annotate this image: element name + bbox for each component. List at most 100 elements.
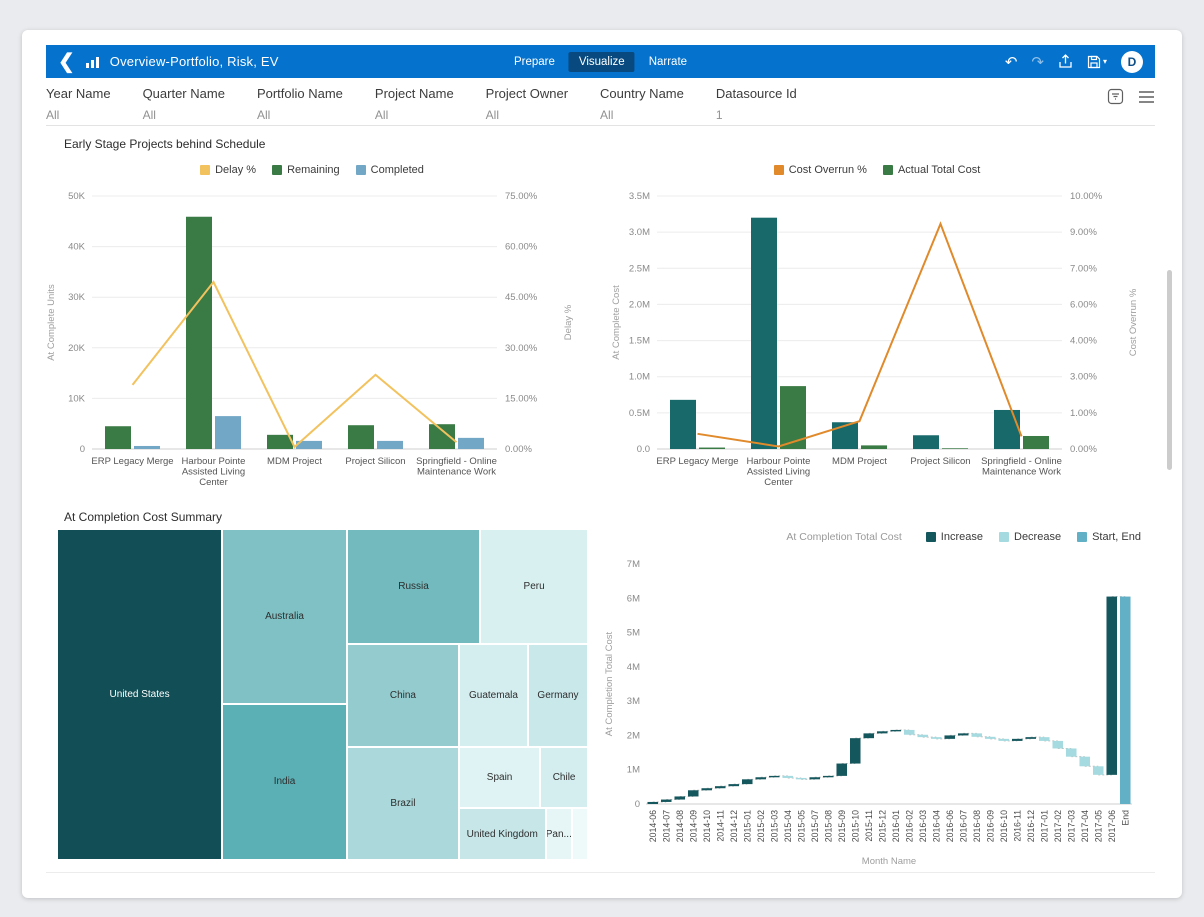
legend-item-delay[interactable]: Delay % xyxy=(200,164,256,176)
filter-datasource-id[interactable]: Datasource Id1 xyxy=(716,86,797,122)
treemap-cell-brazil[interactable]: Brazil xyxy=(347,747,459,860)
filter-country-name[interactable]: Country NameAll xyxy=(600,86,684,122)
wf-month-label: 2015-11 xyxy=(864,810,874,842)
bar-actual-total-cost[interactable] xyxy=(861,445,887,449)
wf-bar-2016-06[interactable] xyxy=(944,735,955,738)
wf-bar-2016-02[interactable] xyxy=(904,730,915,735)
treemap-cell-india[interactable]: India xyxy=(222,704,347,860)
wf-bar-2014-09[interactable] xyxy=(688,790,699,796)
filter-controls-icon[interactable] xyxy=(1107,88,1124,105)
redo-icon[interactable]: ↷ xyxy=(1031,53,1044,71)
wf-bar-2015-07[interactable] xyxy=(809,777,820,779)
treemap-cell-germany[interactable]: Germany xyxy=(528,644,588,747)
legend-item-start-end[interactable]: Start, End xyxy=(1077,531,1141,543)
treemap-cell-australia[interactable]: Australia xyxy=(222,529,347,704)
waterfall-chart[interactable]: 01M2M3M4M5M6M7MAt Completion Total Cost2… xyxy=(602,548,1147,866)
wf-bar-2014-11[interactable] xyxy=(715,786,726,788)
tab-narrate[interactable]: Narrate xyxy=(639,52,697,72)
wf-bar-2016-04[interactable] xyxy=(931,737,942,739)
bar-completed[interactable] xyxy=(134,446,160,449)
wf-bar-2016-10[interactable] xyxy=(998,739,1009,741)
treemap-cell-spain[interactable]: Spain xyxy=(459,747,540,809)
treemap-cell-pan[interactable]: Pan... xyxy=(546,808,573,860)
wf-bar-2016-09[interactable] xyxy=(985,737,996,739)
bar-completed[interactable] xyxy=(377,441,403,449)
tab-prepare[interactable]: Prepare xyxy=(504,52,565,72)
wf-bar-2015-05[interactable] xyxy=(796,778,807,779)
legend-item-completed[interactable]: Completed xyxy=(356,164,424,176)
wf-bar-2015-02[interactable] xyxy=(755,777,766,779)
cost-combo-chart[interactable]: 0.00.5M1.0M1.5M2.0M2.5M3.0M3.5M0.00%1.00… xyxy=(607,182,1142,492)
wf-bar-2016-01[interactable] xyxy=(890,730,901,731)
bar-completed[interactable] xyxy=(215,416,241,449)
bar-actual-total-cost[interactable] xyxy=(699,448,725,449)
filter-portfolio-name[interactable]: Portfolio NameAll xyxy=(257,86,343,122)
wf-bar-2015-01[interactable] xyxy=(742,779,753,784)
wf-bar-2017-06[interactable] xyxy=(1106,597,1117,775)
wf-bar-2015-08[interactable] xyxy=(823,776,834,777)
legend-item-cost-overrun[interactable]: Cost Overrun % xyxy=(774,164,867,176)
treemap-cell-chile[interactable]: Chile xyxy=(540,747,588,809)
treemap-cell-russia[interactable]: Russia xyxy=(347,529,480,644)
wf-bar-end[interactable] xyxy=(1120,597,1131,804)
wf-bar-2014-08[interactable] xyxy=(674,796,685,799)
wf-bar-2015-11[interactable] xyxy=(863,733,874,738)
export-icon[interactable] xyxy=(1058,54,1073,69)
wf-bar-2017-05[interactable] xyxy=(1093,766,1104,775)
wf-bar-2016-12[interactable] xyxy=(1025,737,1036,739)
schedule-combo-chart[interactable]: 010K20K30K40K50K0.00%15.00%30.00%45.00%6… xyxy=(42,182,577,492)
filter-project-owner[interactable]: Project OwnerAll xyxy=(486,86,568,122)
treemap-cell-united-kingdom[interactable]: United Kingdom xyxy=(459,808,546,860)
treemap-cell-item[interactable] xyxy=(572,808,588,860)
treemap-cell-peru[interactable]: Peru xyxy=(480,529,588,644)
bar-at-complete-cost[interactable] xyxy=(751,218,777,449)
wf-bar-2017-02[interactable] xyxy=(1052,741,1063,749)
wf-bar-2014-06[interactable] xyxy=(647,802,658,804)
bar-at-complete-cost[interactable] xyxy=(913,435,939,449)
cost-treemap[interactable]: United StatesAustraliaIndiaRussiaPeruChi… xyxy=(57,529,588,860)
wf-bar-2014-10[interactable] xyxy=(701,788,712,790)
bar-actual-total-cost[interactable] xyxy=(942,448,968,449)
wf-bar-2016-08[interactable] xyxy=(971,733,982,736)
legend-item-increase[interactable]: Increase xyxy=(926,531,983,543)
legend-item-decrease[interactable]: Decrease xyxy=(999,531,1061,543)
wf-bar-2016-11[interactable] xyxy=(1012,739,1023,741)
wf-bar-2014-07[interactable] xyxy=(661,800,672,802)
wf-bar-2015-03[interactable] xyxy=(769,776,780,777)
treemap-cell-united-states[interactable]: United States xyxy=(57,529,222,860)
bar-remaining[interactable] xyxy=(105,426,131,449)
tab-visualize[interactable]: Visualize xyxy=(569,52,635,72)
wf-bar-2014-12[interactable] xyxy=(728,784,739,786)
wf-bar-2015-04[interactable] xyxy=(782,776,793,778)
bar-remaining[interactable] xyxy=(348,425,374,449)
bar-actual-total-cost[interactable] xyxy=(1023,436,1049,449)
filter-quarter-name[interactable]: Quarter NameAll xyxy=(143,86,225,122)
canvas-menu-icon[interactable] xyxy=(1138,90,1155,104)
wf-bar-2017-01[interactable] xyxy=(1039,737,1050,741)
wf-bar-2016-03[interactable] xyxy=(917,735,928,737)
treemap-cell-guatemala[interactable]: Guatemala xyxy=(459,644,528,747)
wf-bar-2015-09[interactable] xyxy=(836,764,847,776)
vertical-scrollbar[interactable] xyxy=(1167,270,1172,470)
save-icon[interactable]: ▾ xyxy=(1087,55,1107,69)
wf-bar-2015-12[interactable] xyxy=(877,731,888,733)
bar-at-complete-cost[interactable] xyxy=(670,400,696,449)
treemap-cell-china[interactable]: China xyxy=(347,644,459,747)
bar-remaining[interactable] xyxy=(186,217,212,449)
undo-icon[interactable]: ↶ xyxy=(1005,53,1018,71)
bar-completed[interactable] xyxy=(458,438,484,449)
legend-item-actual-total-cost[interactable]: Actual Total Cost xyxy=(883,164,980,176)
filter-project-name[interactable]: Project NameAll xyxy=(375,86,454,122)
legend-label: Cost Overrun % xyxy=(789,164,867,176)
user-avatar[interactable]: D xyxy=(1121,51,1143,73)
wf-bar-2017-03[interactable] xyxy=(1066,748,1077,756)
wf-bar-2015-10[interactable] xyxy=(850,738,861,763)
save-menu-caret[interactable]: ▾ xyxy=(1103,57,1107,66)
filter-year-name[interactable]: Year NameAll xyxy=(46,86,111,122)
wf-bar-2017-04[interactable] xyxy=(1079,757,1090,767)
line-delay[interactable] xyxy=(133,282,457,447)
legend-item-remaining[interactable]: Remaining xyxy=(272,164,340,176)
wf-bar-2016-07[interactable] xyxy=(958,733,969,735)
back-button[interactable]: ❮ xyxy=(58,52,75,72)
bar-at-complete-cost[interactable] xyxy=(994,410,1020,449)
